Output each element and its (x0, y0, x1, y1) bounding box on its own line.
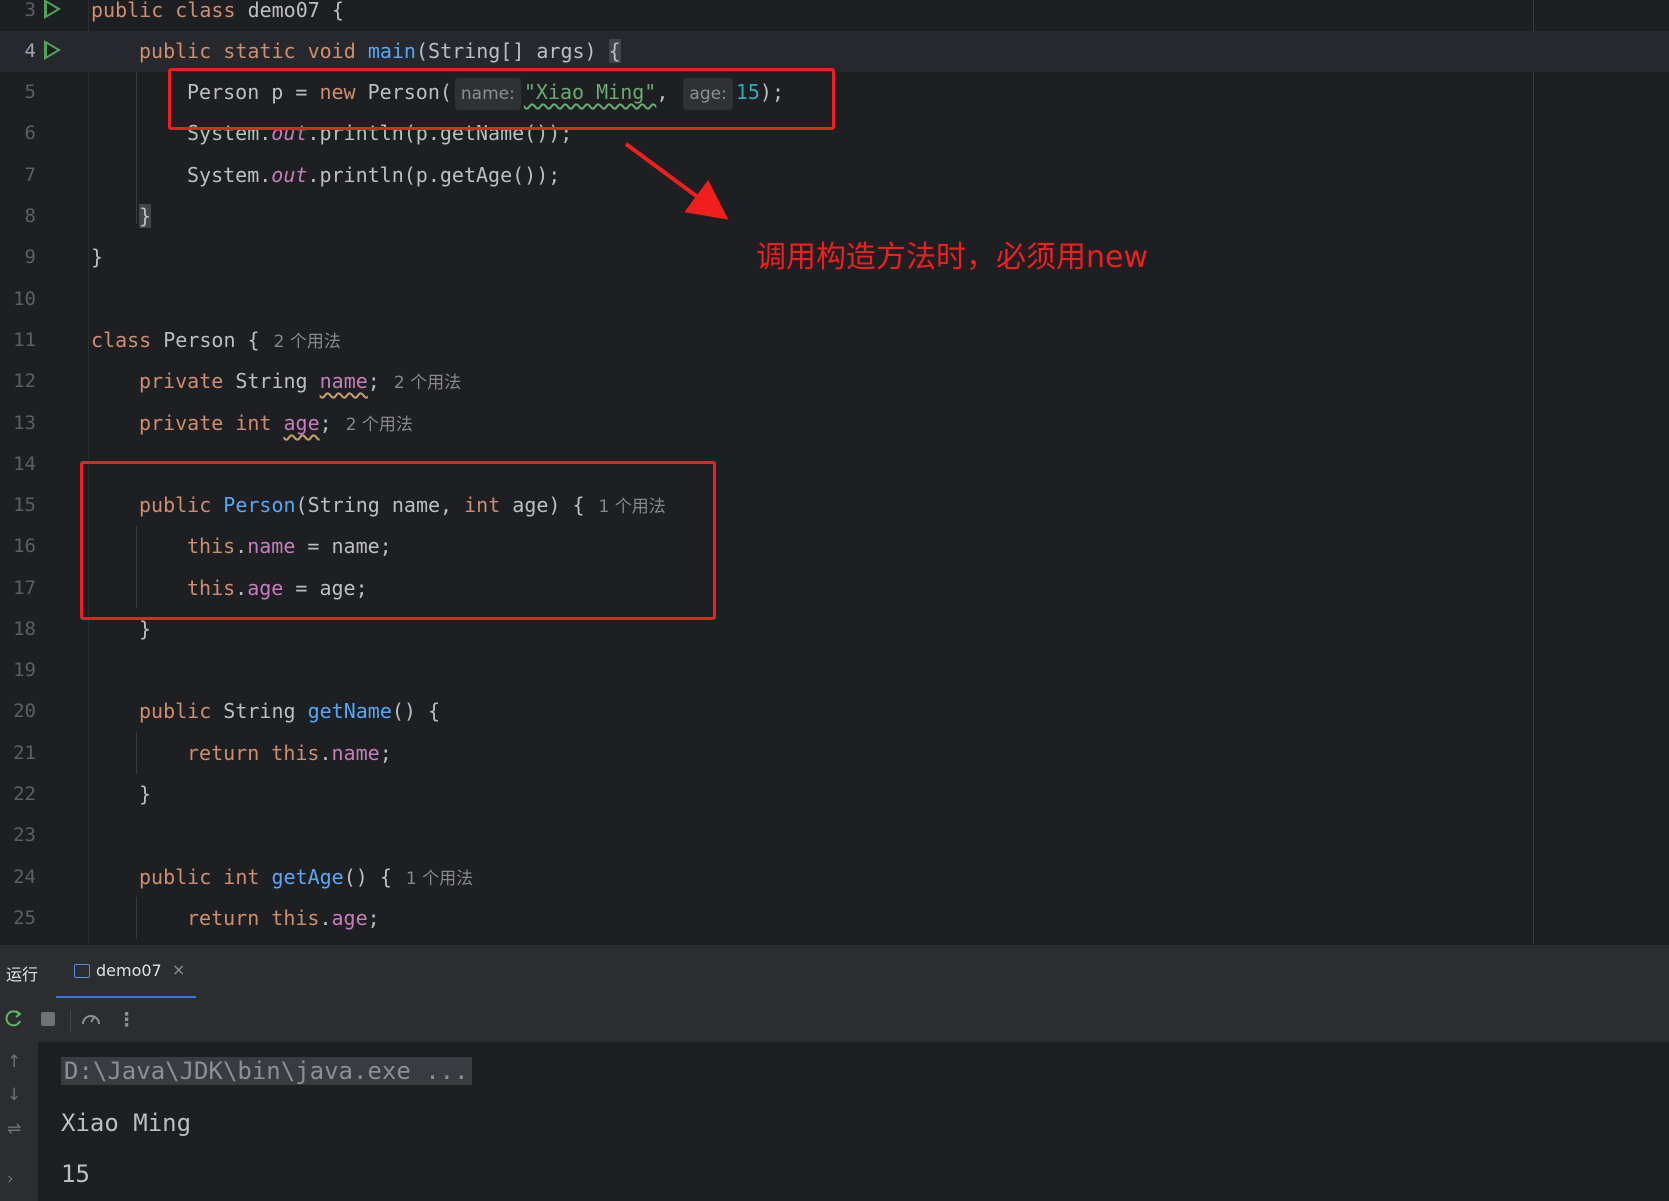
window-icon (74, 964, 90, 978)
console-output[interactable]: ↑ ↓ ⇌ › D:\Java\JDK\bin\java.exe ... Xia… (0, 1042, 1669, 1201)
console-output-line: Xiao Ming (61, 1109, 192, 1137)
code-editor[interactable]: 3 public class demo07 { 4 public static … (0, 0, 1669, 944)
run-panel-title: 运行 (6, 965, 39, 984)
console-output-line: 15 (61, 1160, 90, 1188)
tab-label: demo07 (96, 961, 162, 980)
annotation-arrow (624, 142, 729, 220)
run-toolbar: ⋮ (0, 998, 1669, 1043)
console-command-line[interactable]: D:\Java\JDK\bin\java.exe ... (61, 1057, 472, 1085)
annotation-text: 调用构造方法时，必须用new (756, 240, 1149, 275)
tab-demo07[interactable]: demo07 × (56, 945, 196, 999)
close-icon[interactable]: × (172, 960, 185, 979)
more-options-icon[interactable]: ⋮ (117, 1008, 136, 1032)
toolbar-divider (70, 1010, 71, 1032)
console-side-toolbar: ↑ ↓ ⇌ › (0, 1042, 38, 1201)
expand-icon[interactable]: › (7, 1169, 14, 1189)
stop-icon[interactable] (41, 1012, 55, 1026)
scroll-up-icon[interactable]: ↑ (7, 1052, 21, 1072)
soft-wrap-icon[interactable]: ⇌ (7, 1119, 21, 1139)
profiler-icon[interactable] (80, 1008, 102, 1034)
rerun-icon[interactable] (4, 1008, 24, 1034)
scroll-down-icon[interactable]: ↓ (7, 1085, 21, 1105)
run-tool-header: 运行 demo07 × (0, 944, 1669, 999)
